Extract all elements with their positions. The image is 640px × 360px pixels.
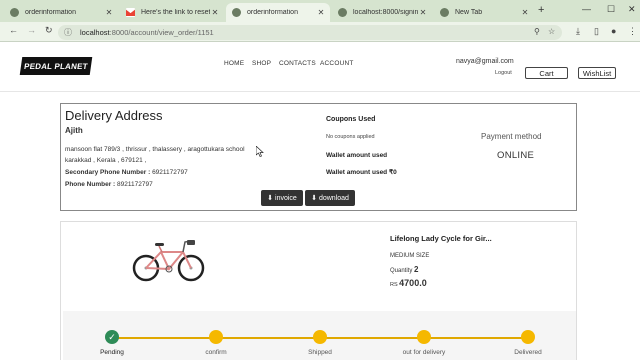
- tab-signin[interactable]: localhost:8000/signin ✕: [332, 3, 432, 22]
- step-label-out-for-delivery: out for delivery: [402, 349, 446, 356]
- payment-method-heading: Payment method: [481, 132, 542, 141]
- download-button[interactable]: ⬇ download: [305, 190, 355, 206]
- nav-account[interactable]: ACCOUNT: [320, 60, 354, 67]
- secondary-phone-value: 6921172797: [152, 169, 188, 176]
- tab-label: orderinformation: [25, 9, 76, 16]
- globe-icon: [338, 8, 347, 17]
- recipient-name: Ajith: [65, 126, 83, 135]
- close-window-icon[interactable]: ✕: [628, 4, 636, 15]
- tab-new-tab[interactable]: New Tab ✕: [434, 3, 534, 22]
- download-arrow-icon: ⬇: [311, 195, 317, 202]
- delivery-card: Delivery Address Ajith mansoon flat 789/…: [60, 103, 577, 211]
- tab-label: orderinformation: [247, 9, 298, 16]
- site-info-icon[interactable]: ⓘ: [64, 27, 72, 38]
- close-tab-icon[interactable]: ✕: [210, 8, 220, 17]
- delivery-title: Delivery Address: [65, 108, 163, 123]
- step-pending-check-icon: ✓: [105, 330, 119, 344]
- nav-home[interactable]: HOME: [224, 60, 244, 67]
- step-label-pending: Pending: [100, 349, 124, 356]
- price-currency: RS: [390, 282, 398, 288]
- price-value: 4700.0: [399, 278, 427, 288]
- tab-orderinformation-active[interactable]: orderinformation ✕: [226, 3, 330, 22]
- site-favicon-icon: [232, 8, 241, 17]
- bookmark-star-icon[interactable]: ☆: [548, 27, 555, 36]
- secondary-phone: Secondary Phone Number : 6921172797: [65, 169, 188, 176]
- site-logo[interactable]: PEDAL PLANET: [19, 57, 93, 75]
- quantity-label: Quantity: [390, 268, 413, 274]
- back-icon[interactable]: ←: [9, 25, 18, 35]
- new-tab-button[interactable]: +: [538, 4, 544, 16]
- sidebar-icon[interactable]: ▯: [594, 26, 599, 37]
- nav-shop[interactable]: SHOP: [252, 60, 271, 67]
- step-confirm-dot: [209, 330, 223, 344]
- profile-icon[interactable]: ●: [611, 26, 616, 36]
- tab-label: New Tab: [455, 9, 483, 16]
- step-shipped-dot: [313, 330, 327, 344]
- minimize-icon[interactable]: —: [582, 4, 591, 14]
- wallet-amount-used-value: Wallet amount used ₹0: [326, 169, 397, 176]
- maximize-icon[interactable]: ☐: [607, 4, 615, 15]
- menu-icon[interactable]: ⋮: [628, 26, 637, 37]
- wallet-amount-used: Wallet amount used: [326, 152, 388, 159]
- url-text[interactable]: localhost:8000/account/view_order/1151: [80, 28, 214, 37]
- invoice-label: invoice: [275, 194, 297, 202]
- close-tab-icon[interactable]: ✕: [418, 8, 428, 17]
- nav-contacts[interactable]: CONTACTS: [279, 60, 316, 67]
- product-price: RS 4700.0: [390, 278, 427, 288]
- download-label: download: [318, 194, 349, 202]
- tab-orderinformation-1[interactable]: orderinformation ✕: [4, 3, 118, 22]
- quantity-value: 2: [414, 265, 419, 274]
- product-size: MEDIUM SIZE: [390, 253, 430, 259]
- search-icon[interactable]: ⚲: [534, 27, 540, 36]
- bicycle-image: [132, 240, 205, 282]
- order-item-card: Lifelong Lady Cycle for Gir... MEDIUM SI…: [60, 221, 577, 360]
- wishlist-button[interactable]: WishList: [578, 67, 616, 79]
- coupons-heading: Coupons Used: [326, 116, 376, 123]
- chrome-icon: [440, 8, 449, 17]
- delivery-address: mansoon flat 789/3 , thrissur , thalasse…: [65, 146, 245, 164]
- reload-icon[interactable]: ↻: [45, 25, 53, 36]
- tab-label: localhost:8000/signin: [353, 9, 418, 16]
- step-delivered-dot: [521, 330, 535, 344]
- tab-reset-link[interactable]: Here's the link to reset y ✕: [120, 3, 224, 22]
- phone-label: Phone Number :: [65, 181, 116, 188]
- payment-method-value: ONLINE: [497, 150, 535, 161]
- primary-phone: Phone Number : 8921172797: [65, 181, 153, 188]
- coupons-value: No coupons applied: [326, 134, 375, 140]
- logout-link[interactable]: Logout: [495, 70, 512, 76]
- invoice-button[interactable]: ⬇ invoice: [261, 190, 303, 206]
- gmail-icon: [126, 8, 135, 17]
- address-bar[interactable]: ⓘ localhost:8000/account/view_order/1151…: [58, 25, 562, 40]
- secondary-phone-label: Secondary Phone Number :: [65, 169, 151, 176]
- browser-toolbar: ← → ↻ ⓘ localhost:8000/account/view_orde…: [0, 22, 640, 42]
- site-favicon-icon: [10, 8, 19, 17]
- cart-button[interactable]: Cart: [525, 67, 568, 79]
- mouse-cursor-icon: [256, 146, 264, 157]
- step-label-delivered: Delivered: [514, 349, 542, 356]
- user-email: navya@gmail.com: [456, 58, 514, 65]
- close-tab-icon[interactable]: ✕: [104, 8, 114, 17]
- close-tab-icon[interactable]: ✕: [520, 8, 530, 17]
- phone-value: 8921172797: [117, 181, 153, 188]
- product-quantity: Quantity 2: [390, 265, 418, 274]
- step-out-for-delivery-dot: [417, 330, 431, 344]
- step-label-confirm: confirm: [205, 349, 227, 356]
- download-icon[interactable]: ⤓: [576, 26, 580, 37]
- url-host: localhost: [80, 28, 110, 37]
- order-status-tracker: ✓ Pending confirm Shipped out for delive…: [63, 311, 576, 360]
- step-label-shipped: Shipped: [308, 349, 332, 356]
- tab-label: Here's the link to reset y: [141, 9, 210, 16]
- url-path: :8000/account/view_order/1151: [109, 28, 214, 37]
- close-tab-icon[interactable]: ✕: [316, 8, 326, 17]
- browser-tab-strip: orderinformation ✕ Here's the link to re…: [0, 0, 640, 22]
- site-header: PEDAL PLANET HOME SHOP CONTACTS ACCOUNT …: [0, 42, 640, 92]
- download-arrow-icon: ⬇: [267, 195, 274, 202]
- product-name[interactable]: Lifelong Lady Cycle for Gir...: [390, 234, 492, 243]
- forward-icon[interactable]: →: [27, 25, 36, 35]
